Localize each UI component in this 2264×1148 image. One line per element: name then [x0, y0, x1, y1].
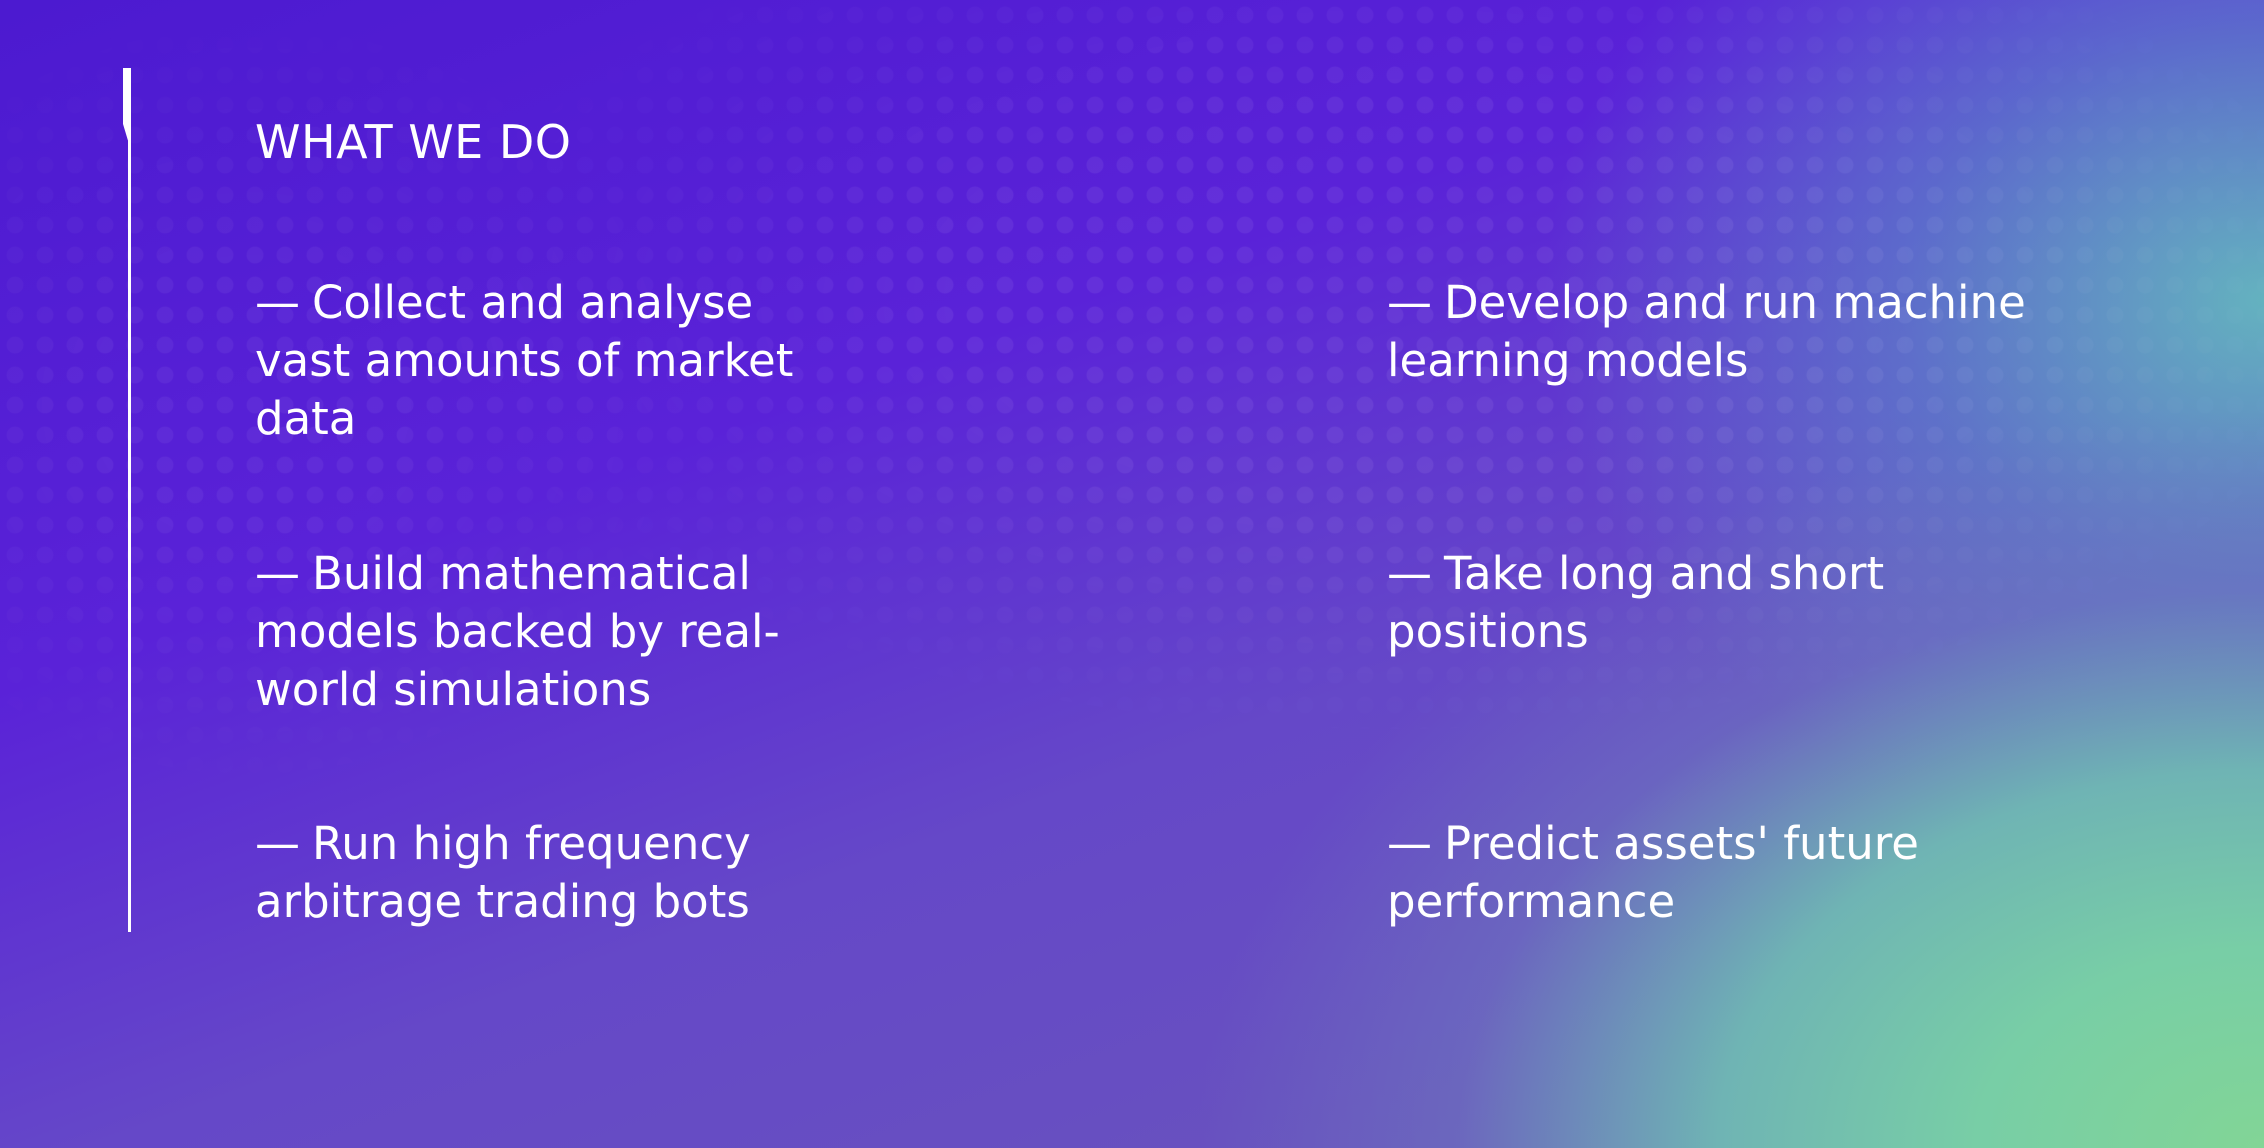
dash-bullet: — — [255, 817, 300, 870]
service-item-long-short: — Take long and short positions — [1387, 545, 2027, 661]
service-item-predict-assets: — Predict assets' future performance — [1387, 815, 2027, 931]
service-item-text: Take long and short positions — [1387, 547, 1885, 658]
vertical-accent-line — [128, 68, 131, 932]
section-title: WHAT WE DO — [255, 115, 572, 169]
dash-bullet: — — [255, 276, 300, 329]
service-item-math-models: — Build mathematical models backed by rea… — [255, 545, 815, 719]
service-item-text: Develop and run machine learning models — [1387, 276, 2026, 387]
service-item-text: Run high frequency arbitrage trading bot… — [255, 817, 751, 928]
service-item-ml-models: — Develop and run machine learning models — [1387, 274, 2027, 390]
service-item-collect-data: — Collect and analyse vast amounts of mar… — [255, 274, 815, 448]
dash-bullet: — — [1387, 276, 1432, 329]
dash-bullet: — — [1387, 817, 1432, 870]
service-item-trading-bots: — Run high frequency arbitrage trading bo… — [255, 815, 815, 931]
service-item-text: Predict assets' future performance — [1387, 817, 1919, 928]
dash-bullet: — — [1387, 547, 1432, 600]
dash-bullet: — — [255, 547, 300, 600]
service-item-text: Build mathematical models backed by real… — [255, 547, 780, 716]
what-we-do-section: WHAT WE DO — Collect and analyse vast amo… — [0, 0, 2264, 1148]
vertical-accent-line-head — [123, 68, 131, 148]
service-item-text: Collect and analyse vast amounts of mark… — [255, 276, 794, 445]
